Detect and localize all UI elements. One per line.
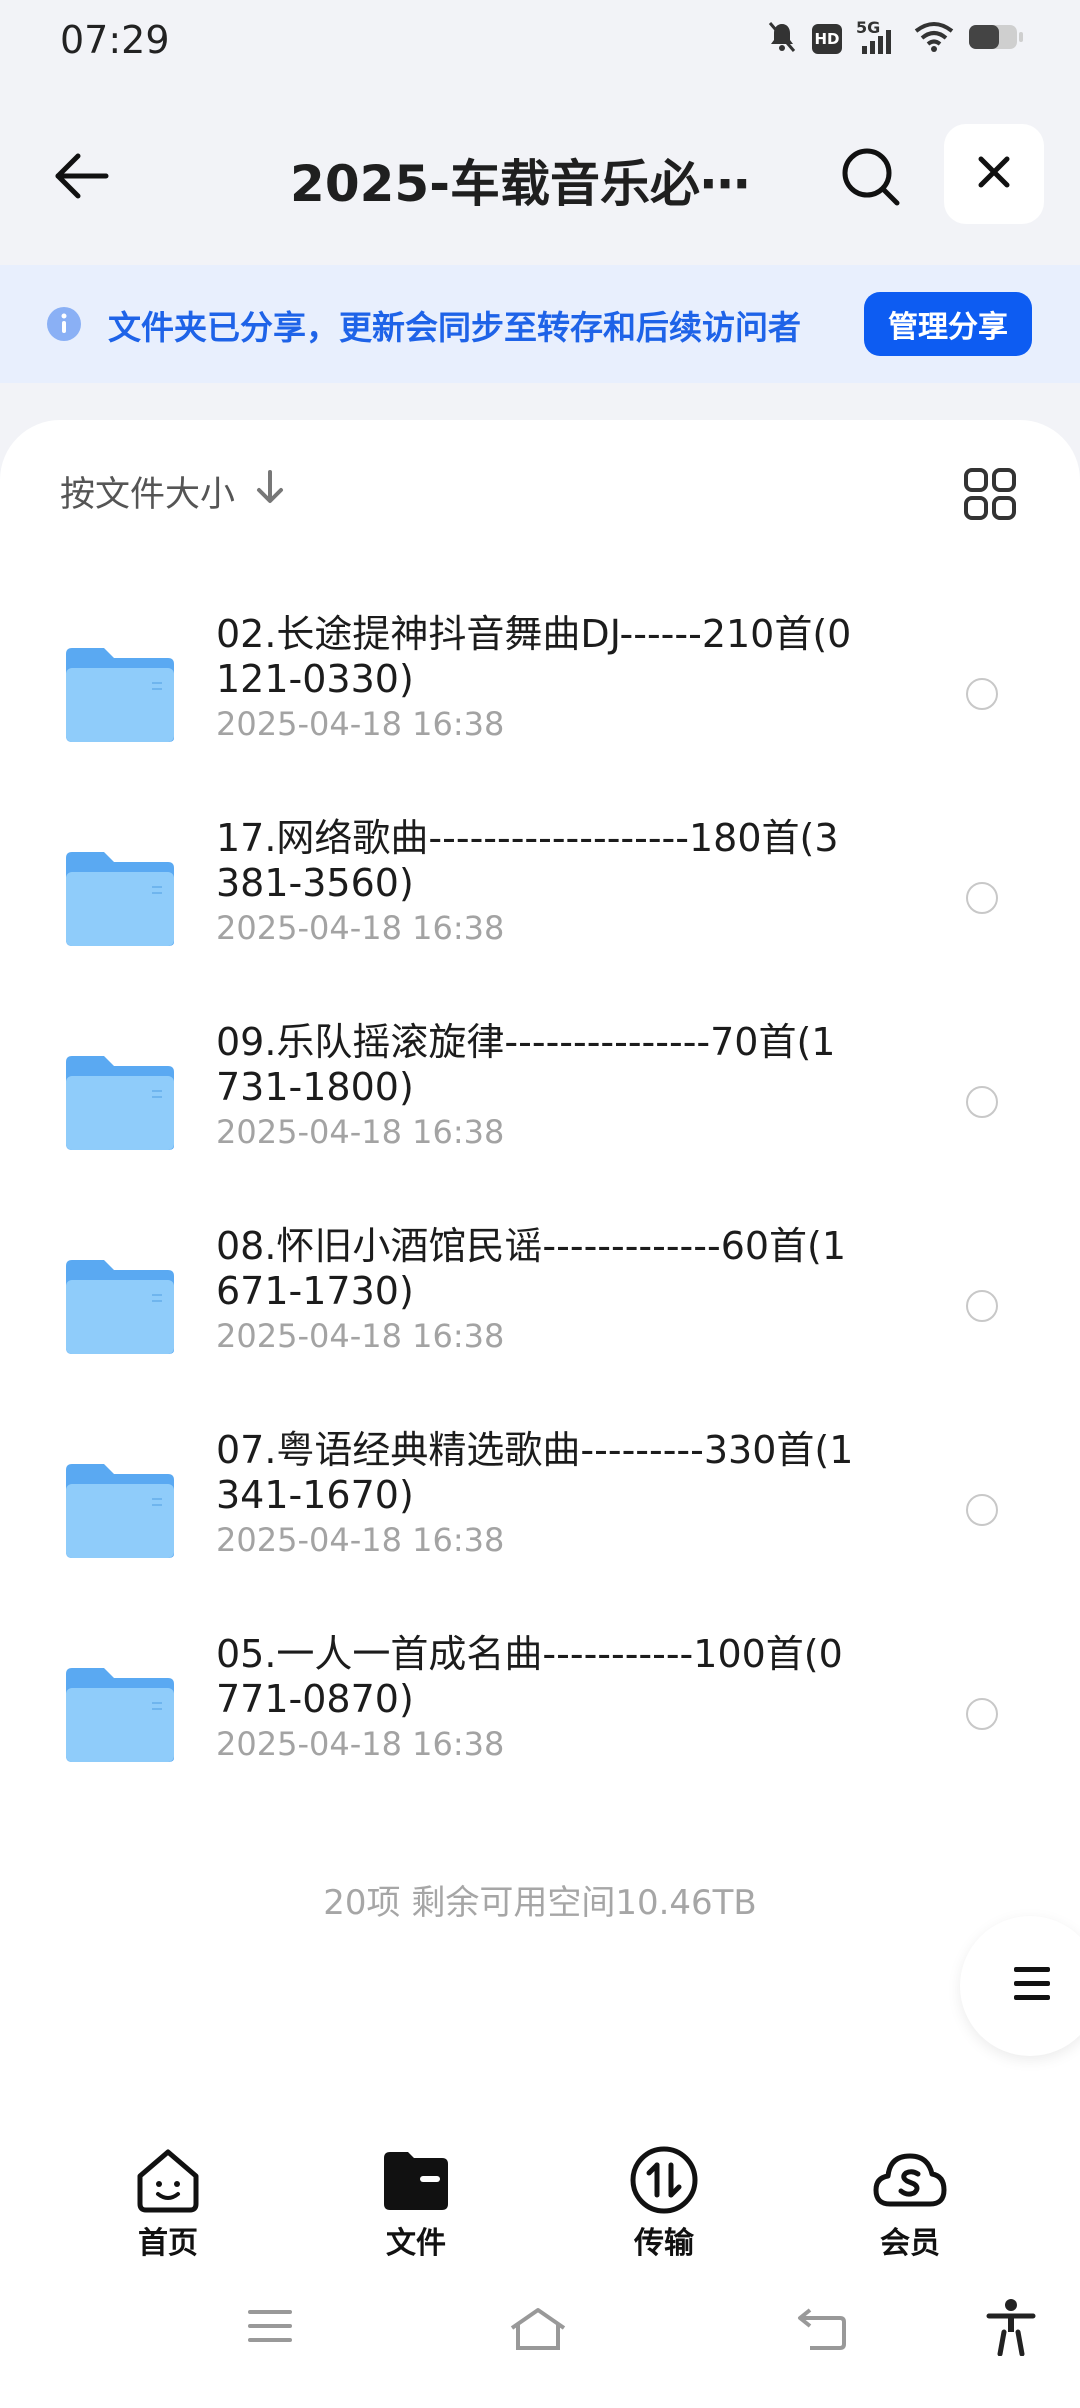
bottom-nav: 首页 文件 传输 会员 [0,2120,1080,2270]
back-button[interactable] [40,138,120,218]
file-name: 09.乐队摇滚旋律---------------70首(1731-1800) [216,1020,836,1109]
status-bar: 07:29 HD 5G [0,0,1080,84]
nav-home[interactable]: 首页 [88,2120,248,2270]
status-icons: HD 5G [766,18,1024,58]
vip-cloud-icon [870,2144,950,2216]
page-title: 2025-车载音乐必⋯ [290,155,750,213]
nav-files[interactable]: 文件 [336,2120,496,2270]
list-item[interactable]: 08.怀旧小酒馆民谣-------------60首(1671-1730) 20… [0,1202,1080,1406]
header: 2025-车载音乐必⋯ [0,84,1080,264]
select-radio[interactable] [966,1494,998,1526]
signal-5g-icon: 5G [856,18,900,56]
file-name: 05.一人一首成名曲-----------100首(0771-0870) [216,1632,843,1721]
menu-icon[interactable] [246,2306,294,2350]
banner-text: 文件夹已分享，更新会同步至转存和后续访问者 [108,308,801,347]
nav-vip[interactable]: 会员 [830,2120,990,2270]
folder-icon [64,848,176,952]
sort-control[interactable]: 按文件大小 [60,466,285,517]
select-radio[interactable] [966,882,998,914]
folder-icon [64,1664,176,1768]
file-name: 07.粤语经典精选歌曲---------330首(1341-1670) [216,1428,854,1517]
nav-files-label: 文件 [386,2226,446,2261]
info-icon [46,306,82,346]
close-button[interactable] [944,124,1044,224]
list-item[interactable]: 17.网络歌曲-------------------180首(3381-3560… [0,794,1080,998]
select-radio[interactable] [966,678,998,710]
back-arrow-icon [50,151,110,205]
menu-lines-icon [1012,1965,1052,2007]
file-name: 17.网络歌曲-------------------180首(3381-3560… [216,816,839,905]
folder-icon [64,1052,176,1156]
home-face-icon [128,2144,208,2216]
nav-home-label: 首页 [138,2226,198,2261]
search-button[interactable] [830,138,910,218]
select-radio[interactable] [966,1698,998,1730]
file-date: 2025-04-18 16:38 [216,1317,505,1355]
storage-summary: 20项 剩余可用空间10.46TB [323,1883,757,1923]
file-panel: 按文件大小 02.长途提神抖音舞曲DJ------210首(0121-0330)… [0,420,1080,2120]
file-date: 2025-04-18 16:38 [216,1725,505,1763]
file-date: 2025-04-18 16:38 [216,909,505,947]
share-banner: 文件夹已分享，更新会同步至转存和后续访问者 管理分享 [0,265,1080,383]
wifi-icon [914,21,954,57]
select-radio[interactable] [966,1290,998,1322]
grid-view-button[interactable] [960,464,1020,528]
mute-icon [766,20,798,58]
file-name: 08.怀旧小酒馆民谣-------------60首(1671-1730) [216,1224,847,1313]
arrow-down-icon [255,469,285,514]
status-time: 07:29 [60,18,170,62]
back-icon[interactable] [796,2306,848,2356]
hd-label: HD [814,30,840,48]
file-list: 02.长途提神抖音舞曲DJ------210首(0121-0330) 2025-… [0,590,1080,1814]
manage-share-button[interactable]: 管理分享 [864,292,1032,356]
system-navigation [0,2270,1080,2408]
accessibility-icon[interactable] [986,2298,1036,2360]
file-name: 02.长途提神抖音舞曲DJ------210首(0121-0330) [216,612,852,701]
home-icon[interactable] [508,2306,568,2356]
list-item[interactable]: 07.粤语经典精选歌曲---------330首(1341-1670) 2025… [0,1406,1080,1610]
list-item[interactable]: 09.乐队摇滚旋律---------------70首(1731-1800) 2… [0,998,1080,1202]
files-icon [376,2144,456,2216]
close-icon [977,155,1011,193]
transfer-icon [624,2144,704,2216]
nav-transfer-label: 传输 [634,2226,694,2261]
file-date: 2025-04-18 16:38 [216,705,505,743]
battery-icon [968,22,1024,56]
sort-label: 按文件大小 [60,475,236,515]
file-date: 2025-04-18 16:38 [216,1113,505,1151]
search-icon [839,145,901,211]
list-item[interactable]: 05.一人一首成名曲-----------100首(0771-0870) 202… [0,1610,1080,1814]
nav-transfer[interactable]: 传输 [584,2120,744,2270]
folder-icon [64,1256,176,1360]
grid-view-icon [960,468,1020,528]
folder-icon [64,1460,176,1564]
file-date: 2025-04-18 16:38 [216,1521,505,1559]
folder-icon [64,644,176,748]
hd-icon: HD [812,24,842,54]
select-radio[interactable] [966,1086,998,1118]
list-item[interactable]: 02.长途提神抖音舞曲DJ------210首(0121-0330) 2025-… [0,590,1080,794]
nav-vip-label: 会员 [880,2226,940,2261]
